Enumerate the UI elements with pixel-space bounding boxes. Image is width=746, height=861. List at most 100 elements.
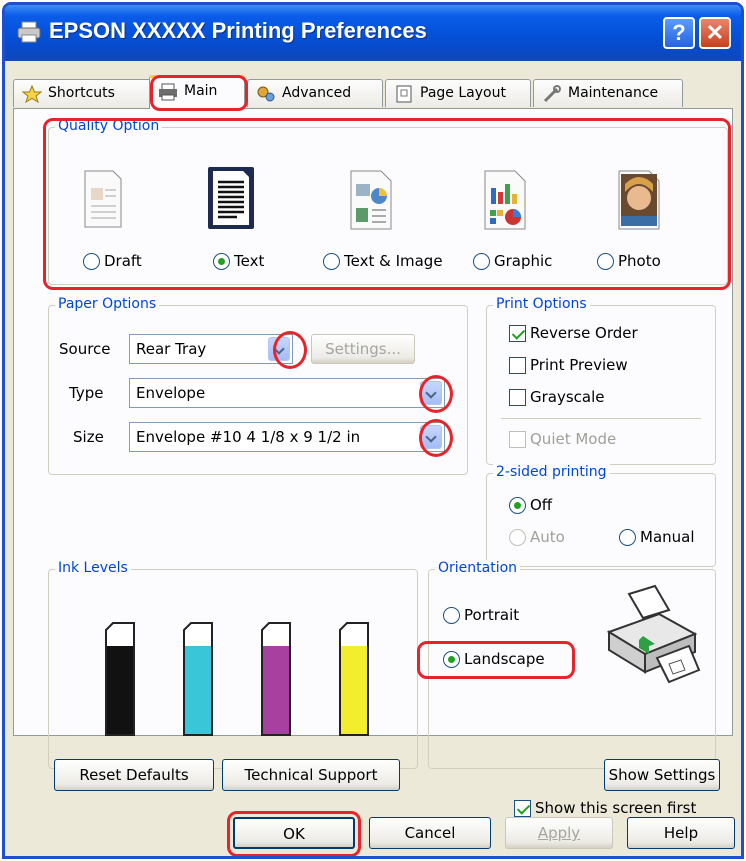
size-select[interactable]: Envelope #10 4 1/8 x 9 1/2 in: [129, 422, 445, 452]
quality-option-group: Quality Option Draft Text Text & Image G…: [48, 118, 728, 285]
help-title-button[interactable]: ?: [663, 17, 695, 49]
checkbox-box: [509, 324, 526, 342]
radio-label: Graphic: [494, 252, 553, 270]
radio-duplex-off[interactable]: Off: [509, 496, 552, 514]
ok-button[interactable]: OK: [233, 817, 355, 849]
radio-photo[interactable]: Photo: [597, 252, 661, 270]
radio-circle: [83, 252, 100, 270]
quiet-mode-checkbox[interactable]: Quiet Mode: [509, 430, 616, 448]
checkbox-label: Quiet Mode: [530, 430, 617, 448]
apply-button[interactable]: Apply: [505, 817, 613, 849]
print-options-group: Print Options Reverse Order Print Previe…: [486, 296, 716, 465]
tab-strip: Shortcuts Main Advanced Page Layout Main…: [5, 65, 741, 109]
radio-circle: [443, 606, 460, 624]
tab-label: Page Layout: [420, 85, 506, 101]
radio-label: Photo: [618, 252, 661, 270]
wrench-icon: [543, 85, 561, 103]
paper-options-title: Paper Options: [55, 296, 160, 312]
radio-graphic[interactable]: Graphic: [473, 252, 552, 270]
two-sided-group: 2-sided printing Off Auto Manual: [486, 464, 716, 567]
chevron-down-icon[interactable]: [420, 425, 442, 449]
text-image-document-icon: [350, 170, 392, 230]
radio-circle: [509, 496, 526, 514]
radio-circle: [509, 528, 526, 546]
technical-support-button[interactable]: Technical Support: [222, 759, 400, 791]
print-options-title: Print Options: [493, 296, 590, 312]
chevron-down-icon[interactable]: [420, 381, 442, 405]
radio-circle: [473, 252, 490, 270]
star-icon: [22, 85, 42, 103]
show-screen-first-checkbox[interactable]: Show this screen first: [514, 799, 696, 817]
close-button[interactable]: ✕: [699, 17, 731, 49]
radio-label: Off: [530, 496, 553, 514]
chevron-down-icon[interactable]: [268, 337, 290, 361]
radio-label: Auto: [530, 528, 565, 546]
tab-page-layout[interactable]: Page Layout: [385, 79, 531, 107]
reset-defaults-button[interactable]: Reset Defaults: [54, 759, 214, 791]
source-select[interactable]: Rear Tray: [129, 334, 293, 364]
window-title: EPSON XXXXX Printing Preferences: [49, 18, 427, 43]
radio-duplex-auto[interactable]: Auto: [509, 528, 565, 546]
type-value: Envelope: [136, 384, 206, 402]
radio-label: Portrait: [464, 606, 520, 624]
divider: [501, 418, 701, 419]
cyan-ink-cartridge: [183, 622, 213, 736]
radio-duplex-manual[interactable]: Manual: [619, 528, 695, 546]
radio-text[interactable]: Text: [213, 252, 264, 270]
two-sided-title: 2-sided printing: [493, 464, 610, 480]
print-preview-checkbox[interactable]: Print Preview: [509, 356, 628, 374]
type-select[interactable]: Envelope: [129, 378, 445, 408]
paper-options-group: Paper Options Source Rear Tray Settings.…: [48, 296, 468, 475]
cancel-button[interactable]: Cancel: [369, 817, 491, 849]
tab-shortcuts[interactable]: Shortcuts: [13, 79, 151, 107]
tab-maintenance[interactable]: Maintenance: [533, 79, 683, 107]
main-tab-panel: Quality Option Draft Text Text & Image G…: [13, 108, 733, 817]
tab-label: Shortcuts: [48, 85, 115, 101]
checkbox-label: Grayscale: [530, 388, 605, 406]
radio-circle: [323, 252, 340, 270]
help-button[interactable]: Help: [627, 817, 735, 849]
printing-preferences-window: EPSON XXXXX Printing Preferences ? ✕ Sho…: [2, 2, 744, 859]
radio-text-image[interactable]: Text & Image: [323, 252, 443, 270]
radio-label: Draft: [104, 252, 142, 270]
magenta-ink-cartridge: [261, 622, 291, 736]
size-value: Envelope #10 4 1/8 x 9 1/2 in: [136, 428, 361, 446]
grayscale-checkbox[interactable]: Grayscale: [509, 388, 605, 406]
checkbox-box: [509, 388, 526, 406]
radio-draft[interactable]: Draft: [83, 252, 142, 270]
graphic-document-icon: [484, 170, 526, 230]
checkbox-box: [514, 799, 531, 817]
printer-icon: [17, 21, 41, 43]
radio-label: Landscape: [464, 650, 545, 668]
title-bar[interactable]: EPSON XXXXX Printing Preferences ? ✕: [5, 5, 741, 61]
reverse-order-checkbox[interactable]: Reverse Order: [509, 324, 638, 342]
checkbox-box: [509, 430, 526, 448]
tab-label: Advanced: [282, 85, 352, 101]
radio-landscape[interactable]: Landscape: [443, 650, 545, 668]
draft-document-icon: [84, 170, 122, 228]
page-icon: [396, 85, 412, 103]
orientation-title: Orientation: [435, 560, 521, 576]
show-settings-button[interactable]: Show Settings: [604, 759, 720, 791]
text-document-icon: [208, 167, 254, 229]
size-label: Size: [73, 428, 104, 446]
tab-advanced[interactable]: Advanced: [247, 79, 383, 107]
ink-levels-title: Ink Levels: [55, 560, 131, 576]
radio-label: Text: [234, 252, 265, 270]
tab-main[interactable]: Main: [149, 75, 245, 109]
radio-circle: [597, 252, 614, 270]
photo-document-icon: [618, 170, 660, 230]
quality-option-title: Quality Option: [55, 118, 163, 134]
tab-label: Maintenance: [568, 85, 659, 101]
radio-circle: [213, 252, 230, 270]
settings-button[interactable]: Settings...: [311, 334, 415, 364]
ink-levels-group: Ink Levels: [48, 560, 418, 769]
source-label: Source: [59, 340, 111, 358]
checkbox-label: Reverse Order: [530, 324, 638, 342]
landscape-printer-icon: [606, 584, 701, 684]
radio-portrait[interactable]: Portrait: [443, 606, 519, 624]
type-label: Type: [69, 384, 104, 402]
checkbox-label: Print Preview: [530, 356, 628, 374]
yellow-ink-cartridge: [339, 622, 369, 736]
orientation-group: Orientation Portrait Landscape: [428, 560, 716, 769]
